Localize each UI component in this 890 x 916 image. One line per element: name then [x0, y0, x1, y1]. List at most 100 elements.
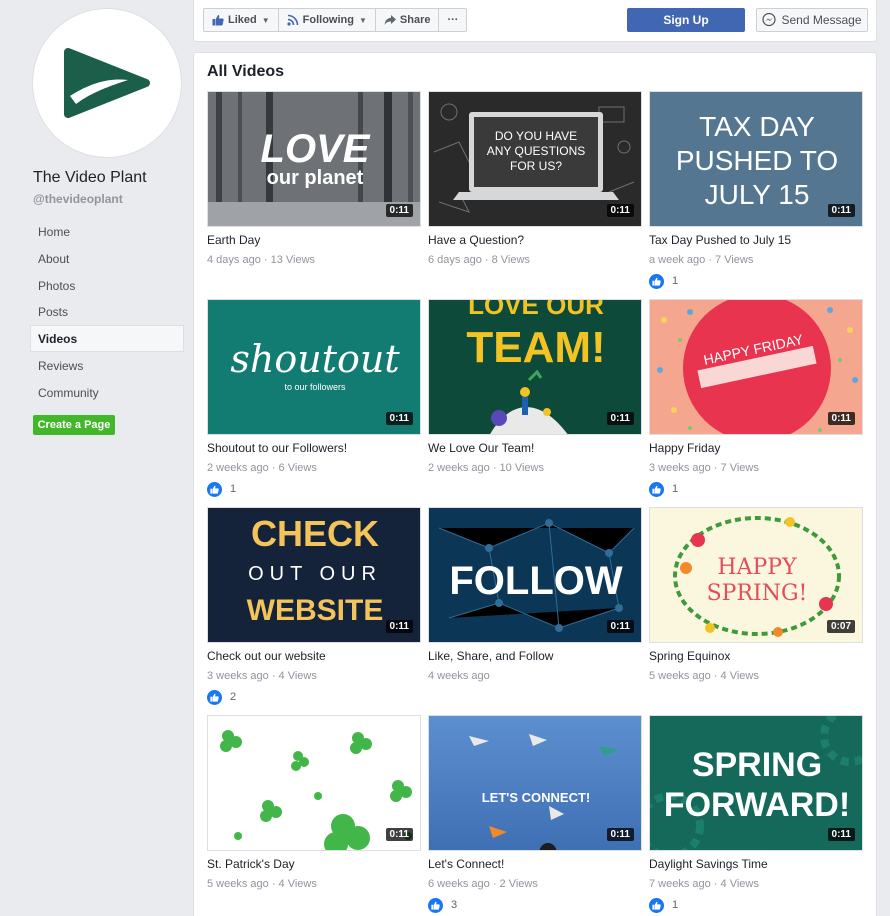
video-card[interactable]: TAX DAY PUSHED TO JULY 15 0:11 Tax Day P… [649, 91, 863, 299]
svg-text:TAX DAY: TAX DAY [699, 111, 815, 142]
following-button[interactable]: Following ▼ [279, 9, 376, 31]
send-message-button[interactable]: Send Message [756, 8, 868, 32]
video-thumbnail[interactable]: shoutout to our followers 0:11 [207, 299, 421, 435]
likes-row[interactable]: 1 [649, 897, 863, 913]
video-thumbnail[interactable]: 0:11 [207, 715, 421, 851]
more-options-button[interactable]: ··· [439, 9, 466, 31]
video-thumbnail[interactable]: SPRING FORWARD! 0:11 [649, 715, 863, 851]
video-duration: 0:11 [827, 204, 855, 217]
video-thumbnail[interactable]: HAPPY FRIDAY 0:11 [649, 299, 863, 435]
like-reaction-icon [207, 481, 222, 497]
video-thumbnail[interactable]: LOVE OUR TEAM! 0:11 [428, 299, 642, 435]
likes-row[interactable]: 1 [207, 481, 421, 497]
video-title[interactable]: Tax Day Pushed to July 15 [649, 233, 863, 247]
page-name[interactable]: The Video Plant [33, 169, 147, 187]
video-duration: 0:11 [385, 828, 413, 841]
video-thumbnail[interactable]: FOLLOW 0:11 [428, 507, 642, 643]
following-label: Following [302, 14, 354, 26]
video-title[interactable]: Happy Friday [649, 441, 863, 455]
action-bar: Liked ▼ Following ▼ Share ··· Sign Up Se… [193, 0, 877, 42]
svg-text:LET'S CONNECT!: LET'S CONNECT! [482, 790, 591, 805]
chevron-down-icon: ▼ [358, 15, 367, 25]
like-count: 1 [230, 483, 237, 495]
video-title[interactable]: Earth Day [207, 233, 421, 247]
video-title[interactable]: Spring Equinox [649, 649, 863, 663]
svg-text:our planet: our planet [267, 167, 364, 189]
video-duration: 0:11 [385, 412, 413, 425]
video-title[interactable]: Daylight Savings Time [649, 857, 863, 871]
video-thumbnail[interactable]: LET'S CONNECT! 0:11 [428, 715, 642, 851]
sidebar-item-posts[interactable]: Posts [30, 298, 184, 325]
video-thumbnail[interactable]: HAPPY SPRING! 0:07 [649, 507, 863, 643]
video-thumbnail[interactable]: LOVE our planet 0:11 [207, 91, 421, 227]
sidebar-item-about[interactable]: About [30, 245, 184, 272]
video-card[interactable]: DO YOU HAVE ANY QUESTIONS FOR US? 0:11 H… [428, 91, 642, 299]
section-title: All Videos [207, 63, 285, 80]
video-duration: 0:11 [606, 412, 634, 425]
messenger-icon [762, 13, 777, 27]
video-card[interactable]: LOVE our planet 0:11 Earth Day 4 days ag… [207, 91, 421, 299]
like-count: 1 [672, 275, 679, 287]
share-button[interactable]: Share [376, 9, 440, 31]
video-card[interactable]: LOVE OUR TEAM! 0:11 We Love Our Team! 2 … [428, 299, 642, 507]
create-page-button[interactable]: Create a Page [33, 415, 115, 435]
video-meta: 6 weeks ago · 2 Views [428, 878, 538, 890]
svg-text:shoutout: shoutout [230, 337, 400, 381]
video-title[interactable]: Check out our website [207, 649, 421, 663]
more-dots-icon: ··· [447, 14, 459, 26]
like-reaction-icon [207, 689, 222, 705]
video-title[interactable]: Shoutout to our Followers! [207, 441, 421, 455]
sidebar-item-reviews[interactable]: Reviews [30, 352, 184, 379]
video-duration: 0:11 [385, 620, 413, 633]
video-meta: 2 weeks ago · 10 Views [428, 462, 544, 474]
video-duration: 0:11 [606, 620, 634, 633]
video-card[interactable]: shoutout to our followers 0:11 Shoutout … [207, 299, 421, 507]
video-meta: 2 weeks ago · 6 Views [207, 462, 317, 474]
video-card[interactable]: FOLLOW 0:11 Like, Share, and Follow 4 we… [428, 507, 642, 715]
video-title[interactable]: Like, Share, and Follow [428, 649, 642, 663]
video-thumbnail[interactable]: TAX DAY PUSHED TO JULY 15 0:11 [649, 91, 863, 227]
video-meta: 6 days ago · 8 Views [428, 254, 530, 266]
video-card[interactable]: HAPPY SPRING! 0:07 Spring Equinox 5 week… [649, 507, 863, 715]
share-label: Share [399, 14, 431, 26]
page-avatar[interactable] [32, 8, 182, 158]
like-reaction-icon [649, 481, 664, 497]
sidebar-item-photos[interactable]: Photos [30, 272, 184, 299]
sidebar-item-community[interactable]: Community [30, 379, 184, 406]
likes-row[interactable]: 3 [428, 897, 642, 913]
video-duration: 0:07 [826, 620, 855, 633]
thumbs-up-icon [212, 14, 224, 26]
video-duration: 0:11 [385, 204, 413, 217]
like-reaction-icon [428, 897, 443, 913]
page-handle[interactable]: @thevideoplant [33, 192, 123, 206]
likes-row[interactable]: 1 [649, 273, 863, 289]
sidebar-item-videos[interactable]: Videos [30, 325, 184, 352]
left-column: The Video Plant @thevideoplant Home Abou… [0, 0, 192, 916]
video-card[interactable]: LET'S CONNECT! 0:11 Let's Connect! 6 wee… [428, 715, 642, 916]
video-card[interactable]: 0:11 St. Patrick's Day 5 weeks ago · 4 V… [207, 715, 421, 916]
video-title[interactable]: St. Patrick's Day [207, 857, 421, 871]
likes-row[interactable]: 2 [207, 689, 421, 705]
video-thumbnail[interactable]: DO YOU HAVE ANY QUESTIONS FOR US? 0:11 [428, 91, 642, 227]
likes-row[interactable]: 1 [649, 481, 863, 497]
video-card[interactable]: SPRING FORWARD! 0:11 Daylight Savings Ti… [649, 715, 863, 916]
video-title[interactable]: Let's Connect! [428, 857, 642, 871]
video-card[interactable]: HAPPY FRIDAY 0:11 Happy Friday 3 weeks a… [649, 299, 863, 507]
sign-up-button[interactable]: Sign Up [627, 8, 745, 32]
video-card[interactable]: CHECK OUT OUR WEBSITE 0:11 Check out our… [207, 507, 421, 715]
video-meta: 5 weeks ago · 4 Views [649, 670, 759, 682]
svg-text:LOVE OUR: LOVE OUR [468, 300, 604, 320]
send-message-label: Send Message [781, 13, 862, 27]
video-meta: 7 weeks ago · 4 Views [649, 878, 759, 890]
sidebar-item-home[interactable]: Home [30, 218, 184, 245]
page-actions-group: Liked ▼ Following ▼ Share ··· [203, 8, 468, 32]
like-count: 1 [672, 483, 679, 495]
liked-button[interactable]: Liked ▼ [204, 9, 279, 31]
svg-text:JULY 15: JULY 15 [705, 179, 810, 210]
video-duration: 0:11 [606, 828, 634, 841]
svg-text:PUSHED TO: PUSHED TO [676, 145, 838, 176]
video-thumbnail[interactable]: CHECK OUT OUR WEBSITE 0:11 [207, 507, 421, 643]
video-title[interactable]: We Love Our Team! [428, 441, 642, 455]
video-title[interactable]: Have a Question? [428, 233, 642, 247]
video-meta: 3 weeks ago · 4 Views [207, 670, 317, 682]
